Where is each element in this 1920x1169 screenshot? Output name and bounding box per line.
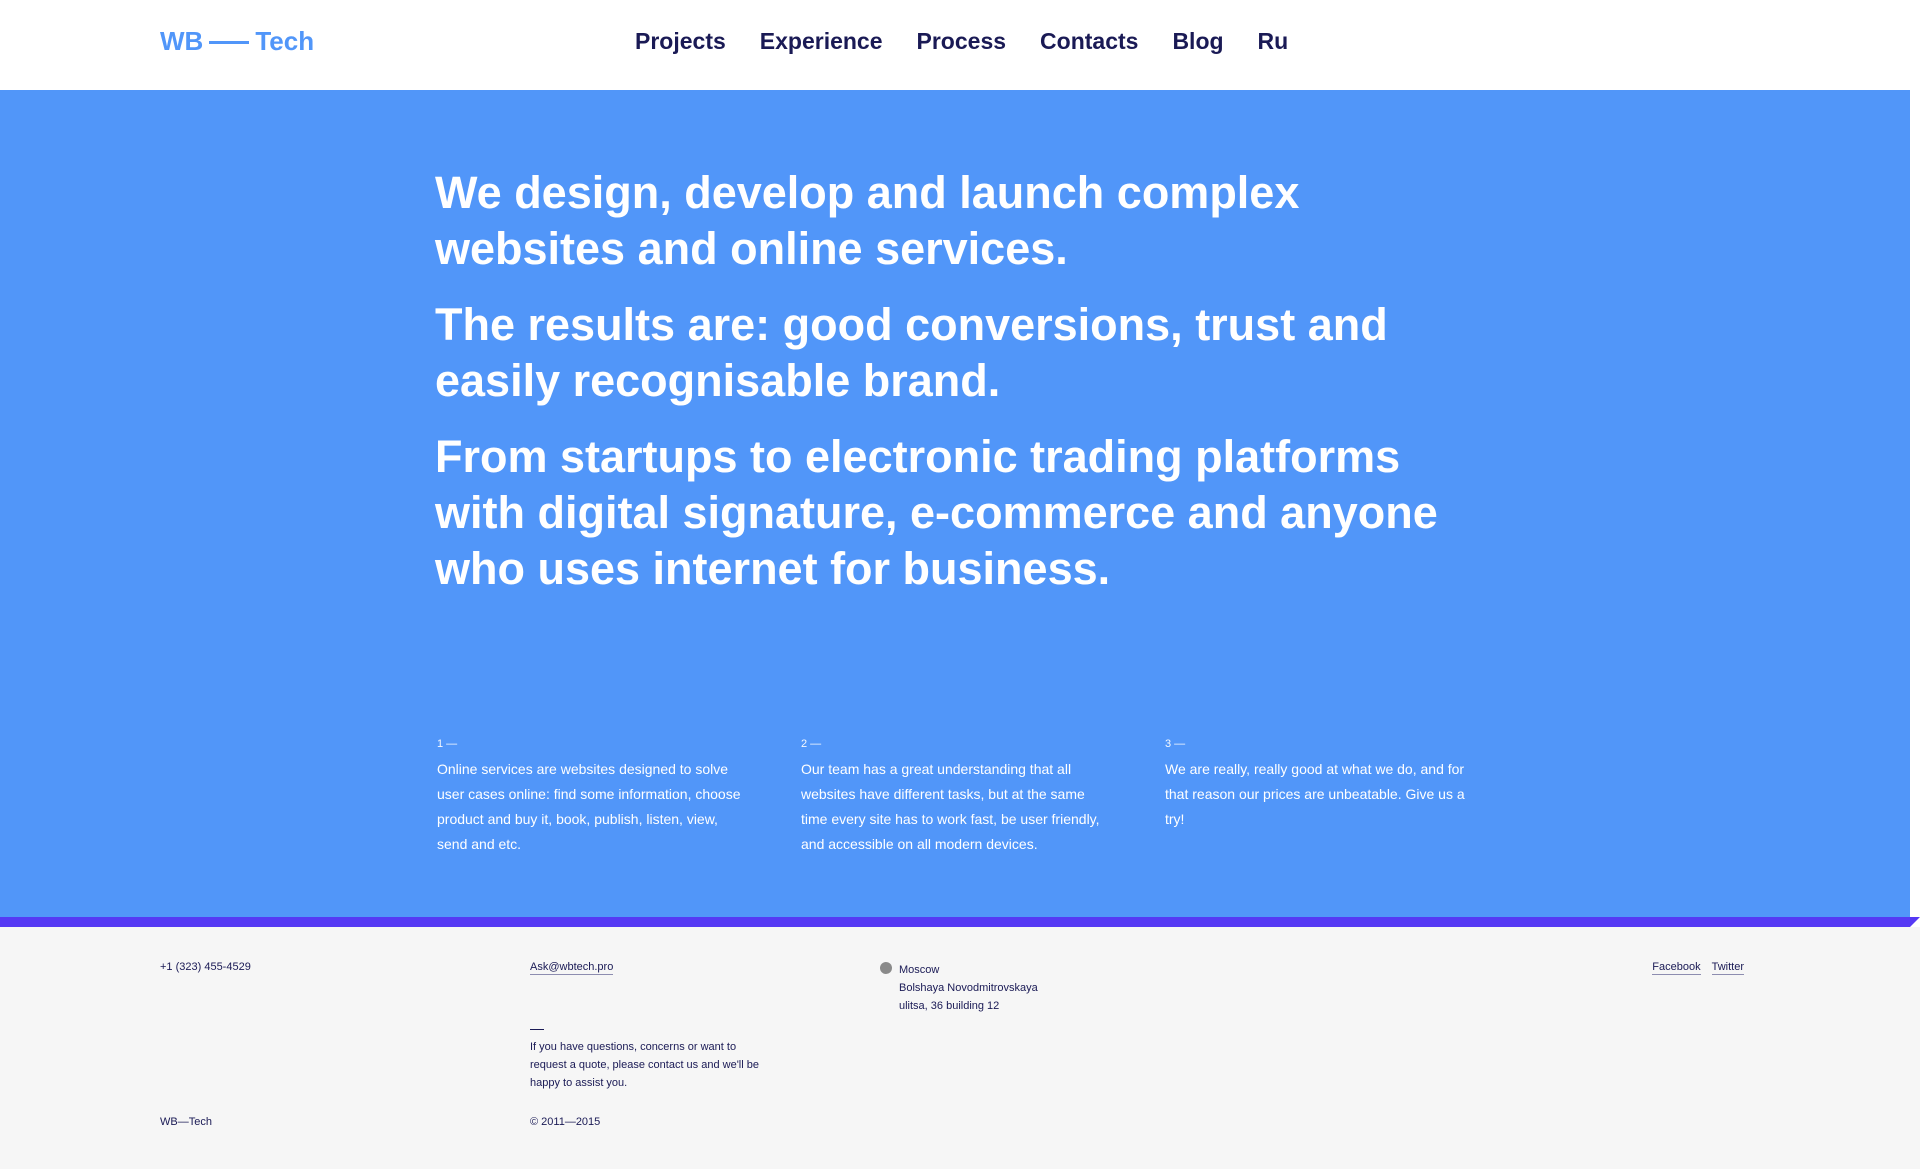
feature-points: 1 — Online services are websites designe… [437,737,1473,857]
note-dash [530,1029,544,1030]
address-building: ulitsa, 36 building 12 [899,1000,1000,1012]
social-links: Facebook Twitter [1652,961,1744,975]
nav-language-ru[interactable]: Ru [1258,28,1289,55]
main-nav: Projects Experience Process Contacts Blo… [635,28,1288,55]
nav-process[interactable]: Process [917,28,1007,55]
feature-point: 1 — Online services are websites designe… [437,737,745,857]
nav-contacts[interactable]: Contacts [1040,28,1138,55]
hero-accent-bar [0,917,1910,927]
hero-statement: We design, develop and launch complex we… [435,167,1300,274]
footer-note: If you have questions, concerns or want … [530,1041,759,1089]
location-pin-icon [880,962,892,974]
footer-brand: WB—Tech [160,1116,212,1128]
point-text: We are really, really good at what we do… [1165,761,1465,827]
logo-dash [209,41,250,44]
footer-phone[interactable]: +1 (323) 455-4529 [160,961,251,973]
hero-accent-bar-tip [1910,917,1920,927]
nav-projects[interactable]: Projects [635,28,726,55]
nav-experience[interactable]: Experience [760,28,883,55]
address-city: Moscow [899,964,940,976]
point-number: 2 — [801,738,822,750]
feature-point: 2 — Our team has a great understanding t… [801,737,1109,857]
facebook-link[interactable]: Facebook [1652,961,1701,975]
point-number: 1 — [437,738,458,750]
address-lines: Moscow Bolshaya Novodmitrovskaya ulitsa,… [899,961,1038,1015]
point-number: 3 — [1165,738,1186,750]
footer-email-link[interactable]: Ask@wbtech.pro [530,961,614,975]
logo-tech: Tech [255,26,315,56]
nav-blog[interactable]: Blog [1172,28,1223,55]
point-text: Our team has a great understanding that … [801,761,1100,852]
feature-point: 3 — We are really, really good at what w… [1165,737,1473,857]
logo-wb: WB [160,26,204,56]
hero-statements: We design, develop and launch complex we… [435,165,1445,617]
point-text: Online services are websites designed to… [437,761,741,852]
address-street: Bolshaya Novodmitrovskaya [899,982,1038,994]
site-header: WB Tech Projects Experience Process Cont… [0,0,1920,90]
hero-statement: The results are: good conversions, trust… [435,299,1388,406]
footer-address: Moscow Bolshaya Novodmitrovskaya ulitsa,… [880,961,1038,1015]
twitter-link[interactable]: Twitter [1711,961,1744,975]
footer-copyright: © 2011—2015 [530,1116,601,1128]
hero-statement: From startups to electronic trading plat… [435,431,1438,594]
site-footer: +1 (323) 455-4529 Ask@wbtech.pro Moscow … [0,927,1920,1169]
logo[interactable]: WB Tech [160,26,314,57]
